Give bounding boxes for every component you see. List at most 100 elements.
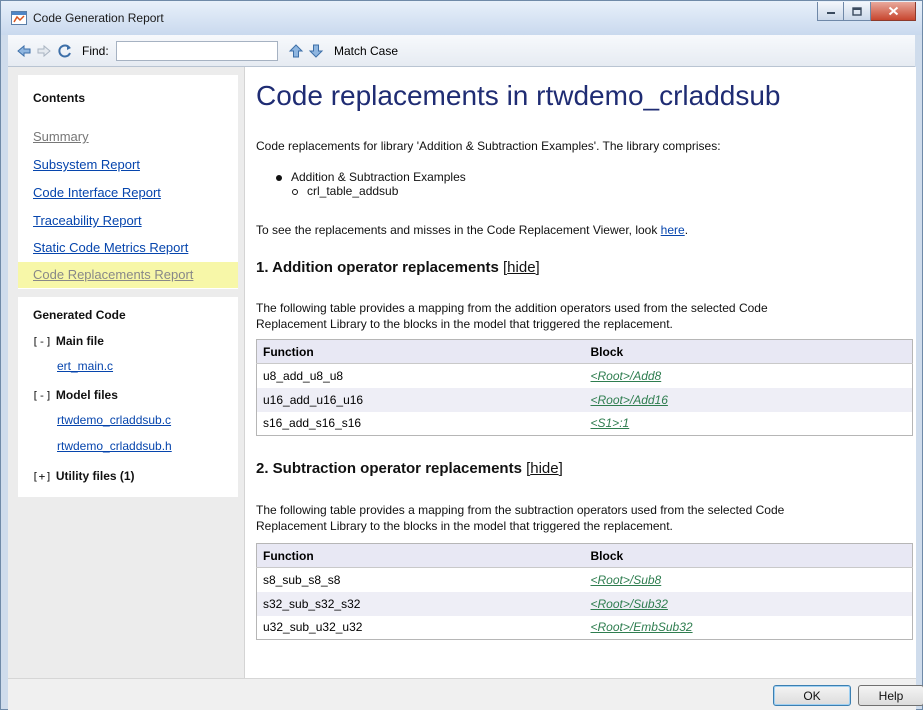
sidebar: Contents Summary Subsystem Report Code I… <box>8 67 245 678</box>
find-up-icon[interactable] <box>288 43 304 59</box>
find-down-icon[interactable] <box>308 43 324 59</box>
block-link[interactable]: <Root>/EmbSub32 <box>591 620 693 634</box>
section-title: 1. Addition operator replacements <box>256 259 499 276</box>
nav-subsystem-report[interactable]: Subsystem Report <box>33 157 140 172</box>
toolbar: Find: Match Case <box>8 35 915 67</box>
function-cell: u8_add_u8_u8 <box>263 368 344 383</box>
forward-arrow-icon[interactable] <box>36 43 52 59</box>
column-header-block: Block <box>584 543 913 568</box>
maximize-icon <box>852 6 862 16</box>
viewer-sentence: To see the replacements and misses in th… <box>256 223 661 237</box>
minimize-button[interactable] <box>817 2 844 21</box>
table-header-row: Function Block <box>256 339 913 364</box>
column-header-function: Function <box>256 339 585 364</box>
table-row: u16_add_u16_u16 <Root>/Add16 <box>256 387 913 412</box>
block-cell: <Root>/Sub8 <box>585 568 913 592</box>
nav-traceability-report[interactable]: Traceability Report <box>33 213 142 228</box>
block-cell: <Root>/Sub32 <box>584 591 913 616</box>
group-label: Main file <box>55 334 104 348</box>
viewer-text: To see the replacements and misses in th… <box>256 222 688 238</box>
minimize-icon <box>826 12 835 14</box>
table-row: u8_add_u8_u8 <Root>/Add8 <box>257 364 913 388</box>
block-link[interactable]: <Root>/Add8 <box>591 369 662 383</box>
section-subtraction-heading: 2. Subtraction operator replacements [hi… <box>256 460 563 477</box>
intro-text: Code replacements for library 'Addition … <box>256 139 721 153</box>
find-input[interactable] <box>116 41 278 61</box>
nav-static-code-metrics-report[interactable]: Static Code Metrics Report <box>33 240 188 255</box>
function-cell: s32_sub_s32_s32 <box>256 591 585 616</box>
library-bullet: Addition & Subtraction Examples <box>276 170 466 184</box>
generated-code-panel: Generated Code [-] Main file ert_main.c [… <box>18 297 238 497</box>
expand-toggle[interactable]: [+] <box>32 470 52 483</box>
table-header-row: Function Block <box>256 543 913 568</box>
back-arrow-icon[interactable] <box>16 43 32 59</box>
hide-link[interactable]: hide <box>507 259 535 276</box>
close-button[interactable] <box>871 2 916 21</box>
nav-summary[interactable]: Summary <box>33 129 89 144</box>
subtraction-table: Function Block s8_sub_s8_s8 <Root>/Sub8 … <box>256 543 913 640</box>
section-addition-description: The following table provides a mapping f… <box>256 300 768 332</box>
group-label: Utility files (1) <box>55 469 135 483</box>
ok-button[interactable]: OK <box>773 685 851 706</box>
table-row: s8_sub_s8_s8 <Root>/Sub8 <box>257 568 913 592</box>
column-header-block: Block <box>584 339 913 364</box>
description-line: Replacement Library to the blocks in the… <box>256 519 673 533</box>
contents-panel: Contents Summary Subsystem Report Code I… <box>18 75 238 289</box>
viewer-period: . <box>684 223 689 237</box>
file-link-ert-main-c[interactable]: ert_main.c <box>57 359 113 373</box>
description-line: The following table provides a mapping f… <box>256 301 768 315</box>
section-addition-heading: 1. Addition operator replacements [hide] <box>256 259 540 276</box>
page-title: Code replacements in rtwdemo_crladdsub <box>256 80 781 111</box>
nav-code-replacements-report[interactable]: Code Replacements Report <box>18 262 238 288</box>
nav-code-interface-report[interactable]: Code Interface Report <box>33 185 161 200</box>
file-link-model-c[interactable]: rtwdemo_crladdsub.c <box>57 413 171 427</box>
hide-toggle[interactable]: [hide] <box>526 460 563 477</box>
bullet-circle <box>292 188 298 195</box>
table-bullet: crl_table_addsub <box>292 184 398 198</box>
file-link-model-h[interactable]: rtwdemo_crladdsub.h <box>57 439 172 453</box>
column-header-function: Function <box>256 543 585 568</box>
group-label: Model files <box>55 388 118 402</box>
model-files-group[interactable]: [-] Model files <box>32 388 118 402</box>
collapse-toggle[interactable]: [-] <box>32 389 52 402</box>
section-title: 2. Subtraction operator replacements <box>256 460 522 477</box>
table-row: u32_sub_u32_u32 <Root>/EmbSub32 <box>257 616 913 640</box>
hide-toggle[interactable]: [hide] <box>503 259 540 276</box>
block-cell: <S1>:1 <box>585 412 913 436</box>
bullet-dot <box>276 174 282 181</box>
table-row: s32_sub_s32_s32 <Root>/Sub32 <box>256 591 913 616</box>
block-link[interactable]: <Root>/Sub8 <box>591 573 662 587</box>
window-controls <box>817 2 916 22</box>
function-cell: s16_add_s16_s16 <box>263 416 362 431</box>
app-icon <box>11 11 27 25</box>
match-case-option[interactable]: Match Case <box>334 44 398 58</box>
find-label: Find: <box>82 44 109 58</box>
section-subtraction-description: The following table provides a mapping f… <box>256 502 784 534</box>
addition-table: Function Block u8_add_u8_u8 <Root>/Add8 … <box>256 339 913 436</box>
maximize-button[interactable] <box>844 2 871 21</box>
report-window: Code Generation Report Find: Match Case … <box>0 0 923 710</box>
bullet-text: Addition & Subtraction Examples <box>291 170 466 184</box>
block-link[interactable]: <Root>/Sub32 <box>591 597 668 611</box>
bullet-text: crl_table_addsub <box>307 184 399 198</box>
utility-files-group[interactable]: [+] Utility files (1) <box>32 469 135 483</box>
report-content: Code replacements in rtwdemo_crladdsub C… <box>246 67 916 678</box>
block-link[interactable]: <S1>:1 <box>591 416 630 430</box>
description-line: Replacement Library to the blocks in the… <box>256 317 673 331</box>
block-cell: <Root>/EmbSub32 <box>585 616 913 640</box>
viewer-here-link[interactable]: here <box>661 223 685 237</box>
refresh-icon[interactable] <box>57 43 73 59</box>
main-file-group[interactable]: [-] Main file <box>32 334 104 348</box>
contents-heading: Contents <box>33 91 85 105</box>
window-title: Code Generation Report <box>33 11 164 25</box>
help-button[interactable]: Help <box>858 685 923 706</box>
hide-link[interactable]: hide <box>530 460 558 477</box>
title-bar: Code Generation Report <box>1 1 922 35</box>
description-line: The following table provides a mapping f… <box>256 503 785 517</box>
block-cell: <Root>/Add8 <box>585 364 913 388</box>
collapse-toggle[interactable]: [-] <box>32 335 52 348</box>
block-link[interactable]: <Root>/Add16 <box>591 393 668 407</box>
function-cell: s8_sub_s8_s8 <box>263 572 341 587</box>
close-icon <box>888 6 898 16</box>
report-body: Contents Summary Subsystem Report Code I… <box>8 67 916 678</box>
